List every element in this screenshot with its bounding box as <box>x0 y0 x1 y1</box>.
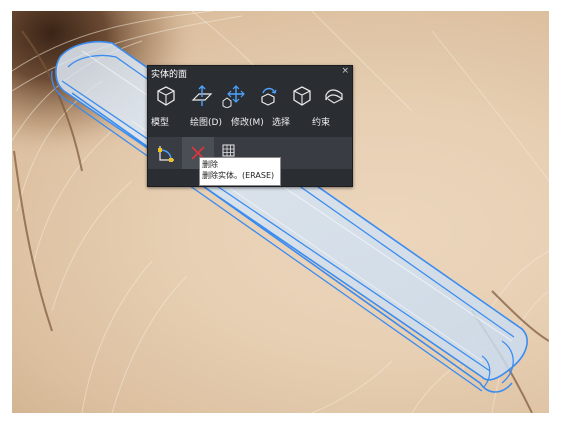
box-icon <box>157 86 175 106</box>
extrude-face-tool-button[interactable] <box>184 78 220 114</box>
select-solid-tool-button[interactable] <box>284 78 320 114</box>
group-label-constraint[interactable]: 约束 <box>312 115 330 128</box>
vertex-edit-icon <box>158 146 174 162</box>
rotate-face-tool-button[interactable] <box>250 78 286 114</box>
group-label-model[interactable]: 模型 <box>151 115 169 128</box>
tooltip-title: 删除 <box>202 160 218 169</box>
surface-tool-button[interactable] <box>316 78 352 114</box>
panel-close-button[interactable]: × <box>341 66 349 76</box>
tooltip-description: 删除实体。(ERASE) <box>202 171 275 180</box>
group-label-draw[interactable]: 绘图(D) <box>190 115 222 128</box>
delete-tooltip: 删除 删除实体。(ERASE) <box>199 157 281 186</box>
surface-icon <box>325 89 343 104</box>
extrude-face-icon <box>191 85 213 106</box>
rotate-face-icon <box>261 87 277 106</box>
move-gizmo-icon <box>222 85 245 108</box>
box-tool-button[interactable] <box>148 78 184 114</box>
group-label-select[interactable]: 选择 <box>272 115 290 128</box>
vertex-edit-tool-button[interactable] <box>150 137 182 169</box>
group-label-modify[interactable]: 修改(M) <box>231 115 264 128</box>
move-tool-button[interactable] <box>216 78 252 114</box>
cube-select-icon <box>293 86 311 106</box>
